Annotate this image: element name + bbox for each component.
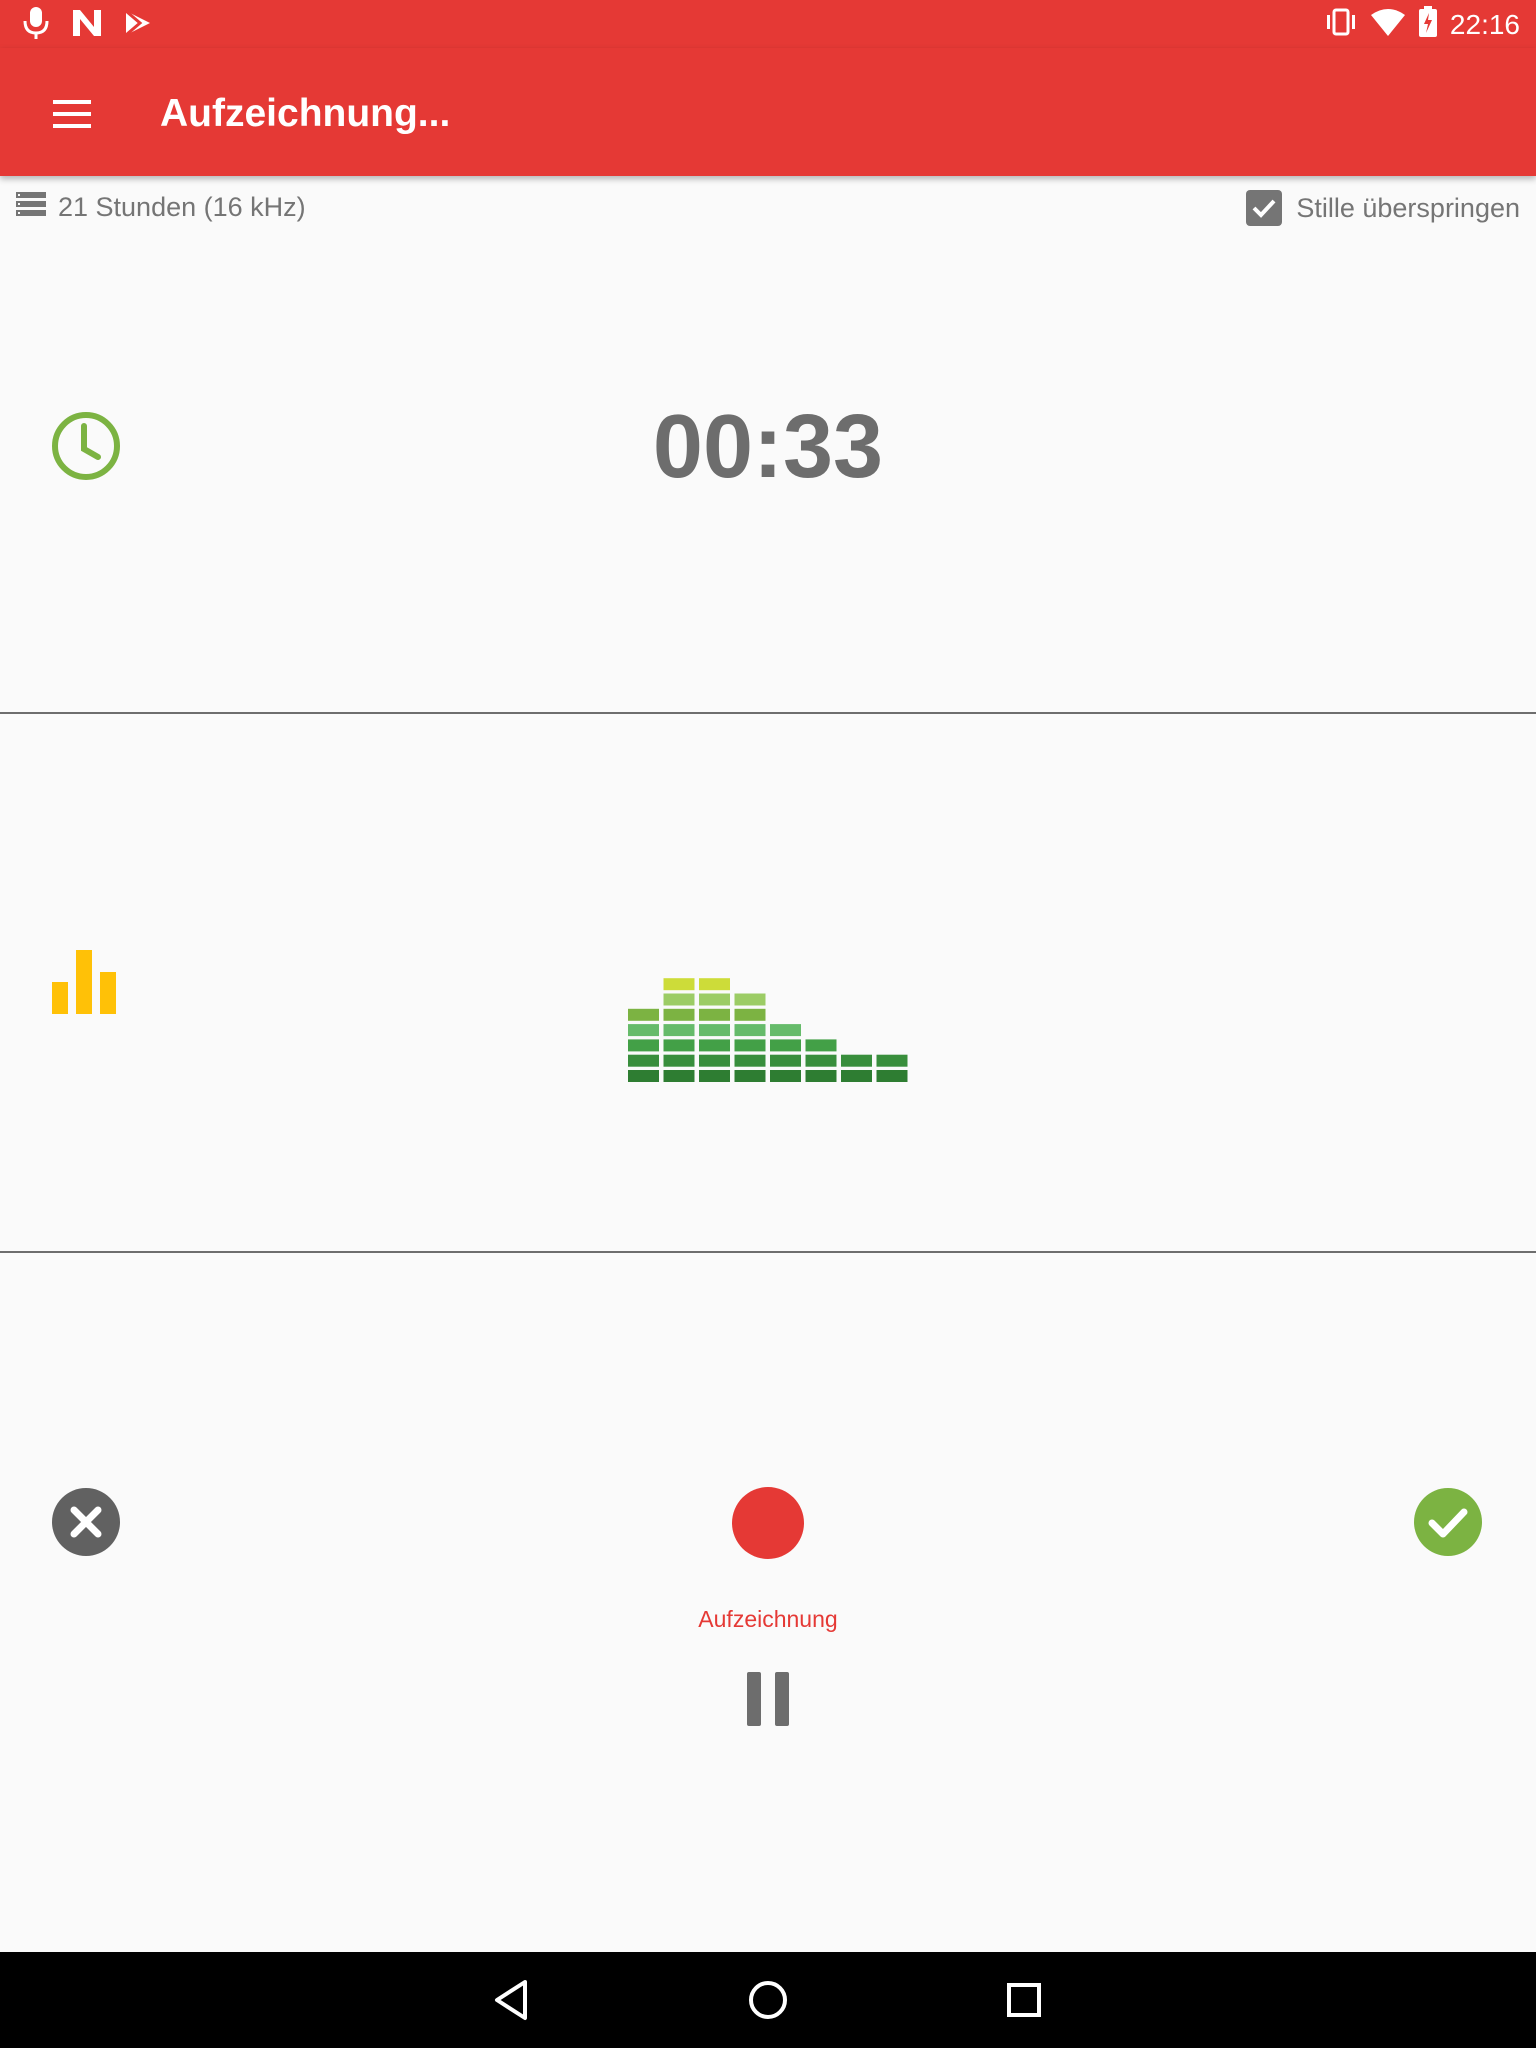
level-segment: [699, 993, 730, 1006]
level-segment: [663, 1054, 695, 1067]
level-segment: [699, 1008, 730, 1021]
level-segment: [734, 1008, 766, 1021]
level-segment: [805, 1070, 837, 1082]
storage-icon: [16, 192, 46, 223]
level-segment: [770, 1070, 801, 1082]
status-time: 22:16: [1449, 8, 1520, 40]
n-icon: [72, 9, 102, 42]
pause-icon: [747, 1672, 789, 1726]
checkmark-icon: [1252, 199, 1276, 218]
back-triangle-icon: [495, 1980, 527, 2020]
record-icon: [732, 1487, 804, 1559]
level-segment: [699, 1070, 730, 1082]
level-segment: [734, 993, 766, 1006]
level-segment: [628, 1008, 659, 1021]
recent-apps-button[interactable]: [1006, 1982, 1042, 2023]
level-segment: [699, 1039, 730, 1052]
level-segment: [628, 1024, 659, 1037]
level-segment: [734, 1039, 766, 1052]
level-segment: [841, 1054, 872, 1067]
bar-chart-icon: [52, 950, 118, 1021]
level-segment: [699, 1024, 730, 1037]
mic-icon: [22, 6, 50, 45]
level-segment: [841, 1070, 872, 1082]
battery-charging-icon: [1418, 6, 1438, 43]
level-segment: [734, 1024, 766, 1037]
level-segment: [663, 993, 695, 1006]
level-segment: [663, 1039, 695, 1052]
record-button[interactable]: [731, 1486, 805, 1565]
divider: [0, 1251, 1536, 1253]
level-segment: [663, 978, 695, 991]
level-segment: [628, 1039, 659, 1052]
skip-silence-label: Stille überspringen: [1296, 192, 1520, 223]
record-label: Aufzeichnung: [698, 1606, 838, 1632]
check-circle-icon: [1414, 1488, 1482, 1556]
level-segment: [628, 1054, 659, 1067]
home-button[interactable]: [746, 1978, 790, 2027]
level-segment: [770, 1054, 801, 1067]
audio-level-meter: [628, 976, 910, 1087]
home-circle-icon: [749, 1981, 787, 2019]
level-segment: [699, 1054, 730, 1067]
wifi-icon: [1370, 7, 1406, 42]
level-segment: [663, 1070, 695, 1082]
level-segment: [734, 1054, 766, 1067]
level-segment: [663, 1024, 695, 1037]
level-segment: [628, 1070, 659, 1082]
storage-text: 21 Stunden (16 kHz): [58, 192, 306, 222]
level-segment: [770, 1039, 801, 1052]
play-store-icon: [124, 9, 152, 42]
level-segment: [876, 1054, 908, 1067]
menu-button[interactable]: [42, 84, 102, 144]
level-segment: [734, 1070, 766, 1082]
level-segment: [699, 978, 730, 991]
recent-square-icon: [1007, 1983, 1041, 2017]
divider: [0, 712, 1536, 714]
level-segment: [805, 1054, 837, 1067]
level-segment: [876, 1070, 908, 1082]
status-bar: 22:16: [0, 0, 1536, 48]
skip-silence-option[interactable]: Stille überspringen: [1246, 190, 1520, 226]
skip-silence-checkbox[interactable]: [1246, 190, 1283, 226]
pause-button[interactable]: [744, 1670, 792, 1733]
cancel-button[interactable]: [52, 1488, 120, 1561]
hamburger-menu-icon: [53, 100, 91, 128]
back-button[interactable]: [491, 1978, 531, 2027]
vibrate-icon: [1324, 7, 1358, 42]
close-icon: [52, 1488, 120, 1556]
save-button[interactable]: [1414, 1488, 1482, 1561]
navigation-bar: [0, 1952, 1536, 2048]
elapsed-timer: 00:33: [652, 397, 884, 497]
app-bar: Aufzeichnung...: [0, 48, 1536, 176]
storage-info: 21 Stunden (16 kHz): [16, 192, 306, 223]
level-segment: [770, 1024, 801, 1037]
level-segment: [805, 1039, 837, 1052]
level-segment: [663, 1008, 695, 1021]
page-title: Aufzeichnung...: [160, 92, 451, 135]
